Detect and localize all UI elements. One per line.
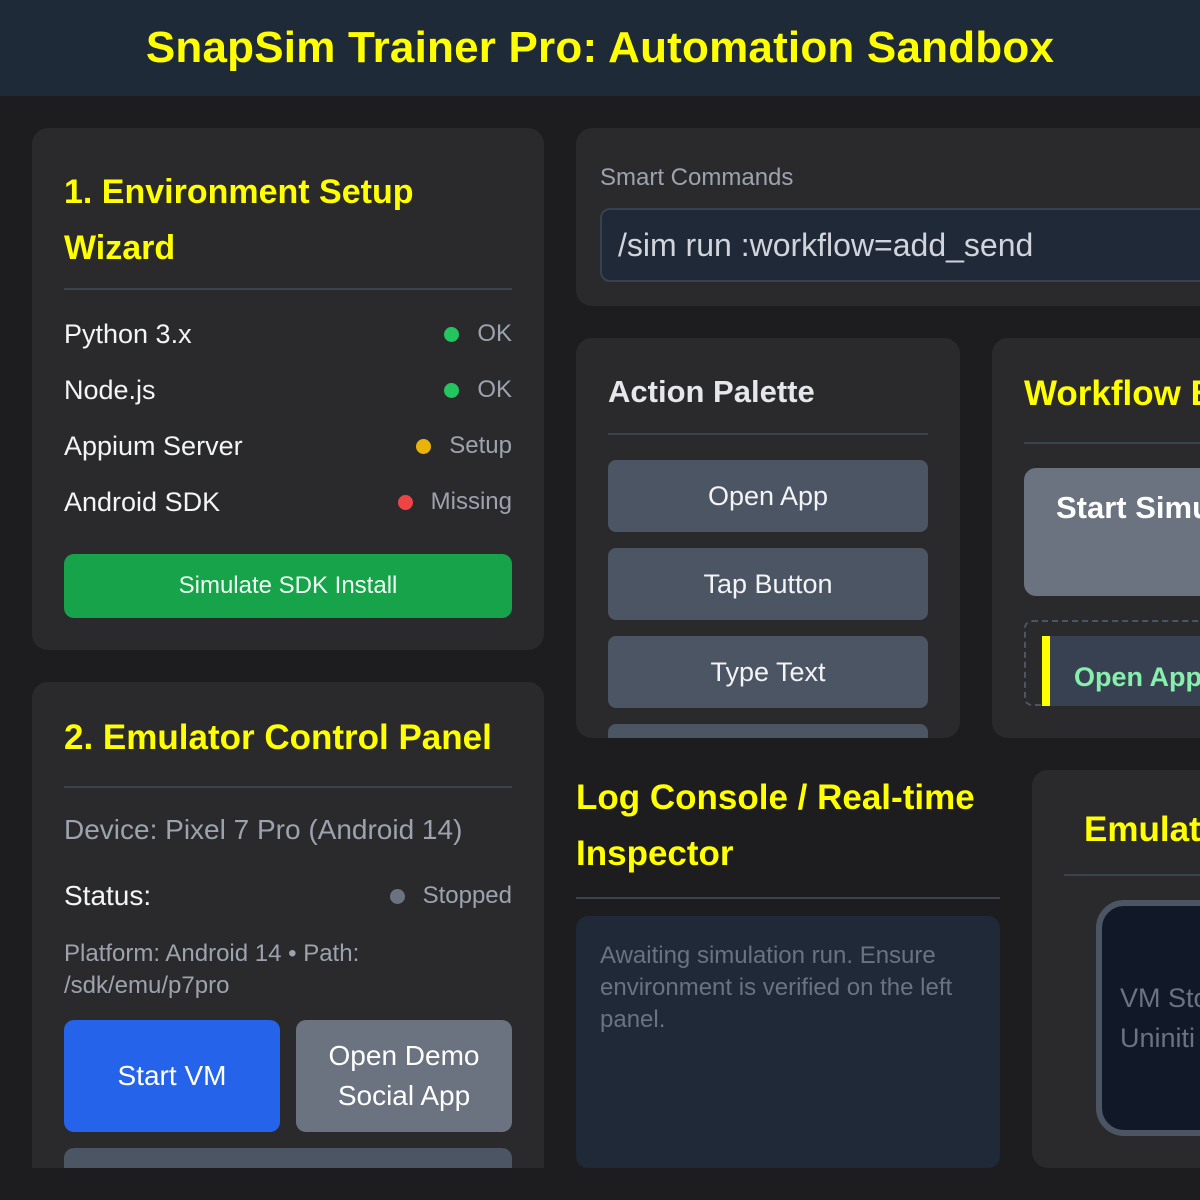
platform-info: Platform: Android 14 • Path: /sdk/emu/p7… [64, 940, 360, 999]
environment-setup-panel: 1. Environment Setup Wizard Python 3.x O… [32, 128, 544, 650]
divider [576, 897, 1000, 899]
log-console-title: Log Console / Real-time Inspector [576, 778, 975, 873]
status-text: Setup [449, 432, 512, 459]
smart-commands-panel: Smart Commands [576, 128, 1200, 306]
app-title: SnapSim Trainer Pro: Automation Sandbox [145, 23, 1055, 72]
workflow-step[interactable]: Open App [1042, 636, 1200, 706]
command-input[interactable] [600, 208, 1200, 282]
status-text: Missing [430, 488, 512, 515]
status-dot-icon [397, 494, 413, 510]
log-console-output: Awaiting simulation run. Ensure environm… [576, 916, 1000, 1168]
action-type-text[interactable]: Type Text [608, 636, 928, 708]
screen-state-text: Uniniti [1120, 1023, 1196, 1053]
status-dot-icon [444, 326, 460, 342]
device-info: Device: Pixel 7 Pro (Android 14) [64, 814, 463, 845]
status-dot-icon [444, 382, 460, 398]
app-header: SnapSim Trainer Pro: Automation Sandbox [0, 0, 1200, 96]
phone-screen: VM Sto Uniniti [1096, 900, 1200, 1136]
action-item-partial[interactable] [608, 724, 928, 738]
start-simulation-button[interactable]: Start Simulation [1024, 468, 1200, 596]
status-text: OK [477, 376, 512, 403]
status-dot-icon [416, 438, 432, 454]
start-vm-button[interactable]: Start VM [64, 1020, 280, 1132]
status-text: OK [477, 320, 512, 347]
screen-status-text: VM Sto [1120, 983, 1200, 1013]
smart-commands-label: Smart Commands [600, 164, 794, 191]
panel-title: Emulato [1084, 810, 1200, 849]
workflow-builder-panel: Workflow B Start Simulation Open App [992, 338, 1200, 738]
requirement-row-python: Python 3.x OK [64, 314, 512, 354]
workflow-drop-zone[interactable]: Open App [1024, 620, 1200, 706]
requirement-name: Appium Server [64, 430, 243, 461]
requirement-row-appium: Appium Server Setup [64, 426, 512, 466]
divider [608, 433, 928, 435]
requirement-status: Missing [397, 488, 512, 516]
divider [64, 288, 512, 290]
requirement-status: OK [444, 320, 512, 348]
divider [1064, 874, 1200, 876]
requirement-name: Android SDK [64, 486, 221, 517]
vm-status-row: Status: Stopped [64, 876, 512, 916]
emulator-control-panel: 2. Emulator Control Panel Device: Pixel … [32, 682, 544, 1168]
status-label: Status: [64, 880, 152, 911]
panel-title: 1. Environment Setup Wizard [64, 173, 414, 267]
panel-title: 2. Emulator Control Panel [64, 718, 492, 757]
requirement-status: OK [444, 376, 512, 404]
requirement-row-android-sdk: Android SDK Missing [64, 482, 512, 522]
requirement-row-node: Node.js OK [64, 370, 512, 410]
status-text: Stopped [422, 882, 512, 909]
open-demo-app-button[interactable]: Open Demo Social App [296, 1020, 512, 1132]
requirement-name: Python 3.x [64, 318, 192, 349]
additional-button[interactable] [64, 1148, 512, 1168]
action-tap-button[interactable]: Tap Button [608, 548, 928, 620]
divider [1024, 442, 1200, 444]
emulator-screen-panel: Emulato VM Sto Uniniti [1032, 770, 1200, 1168]
simulate-sdk-install-button[interactable]: Simulate SDK Install [64, 554, 512, 618]
panel-title: Workflow B [1024, 374, 1200, 413]
requirement-status: Setup [416, 432, 512, 460]
status-dot-icon [389, 888, 405, 904]
action-open-app[interactable]: Open App [608, 460, 928, 532]
vm-status: Stopped [389, 882, 512, 910]
requirement-name: Node.js [64, 374, 156, 405]
divider [64, 786, 512, 788]
panel-title: Action Palette [608, 374, 815, 409]
action-palette-panel: Action Palette Open App Tap Button Type … [576, 338, 960, 738]
